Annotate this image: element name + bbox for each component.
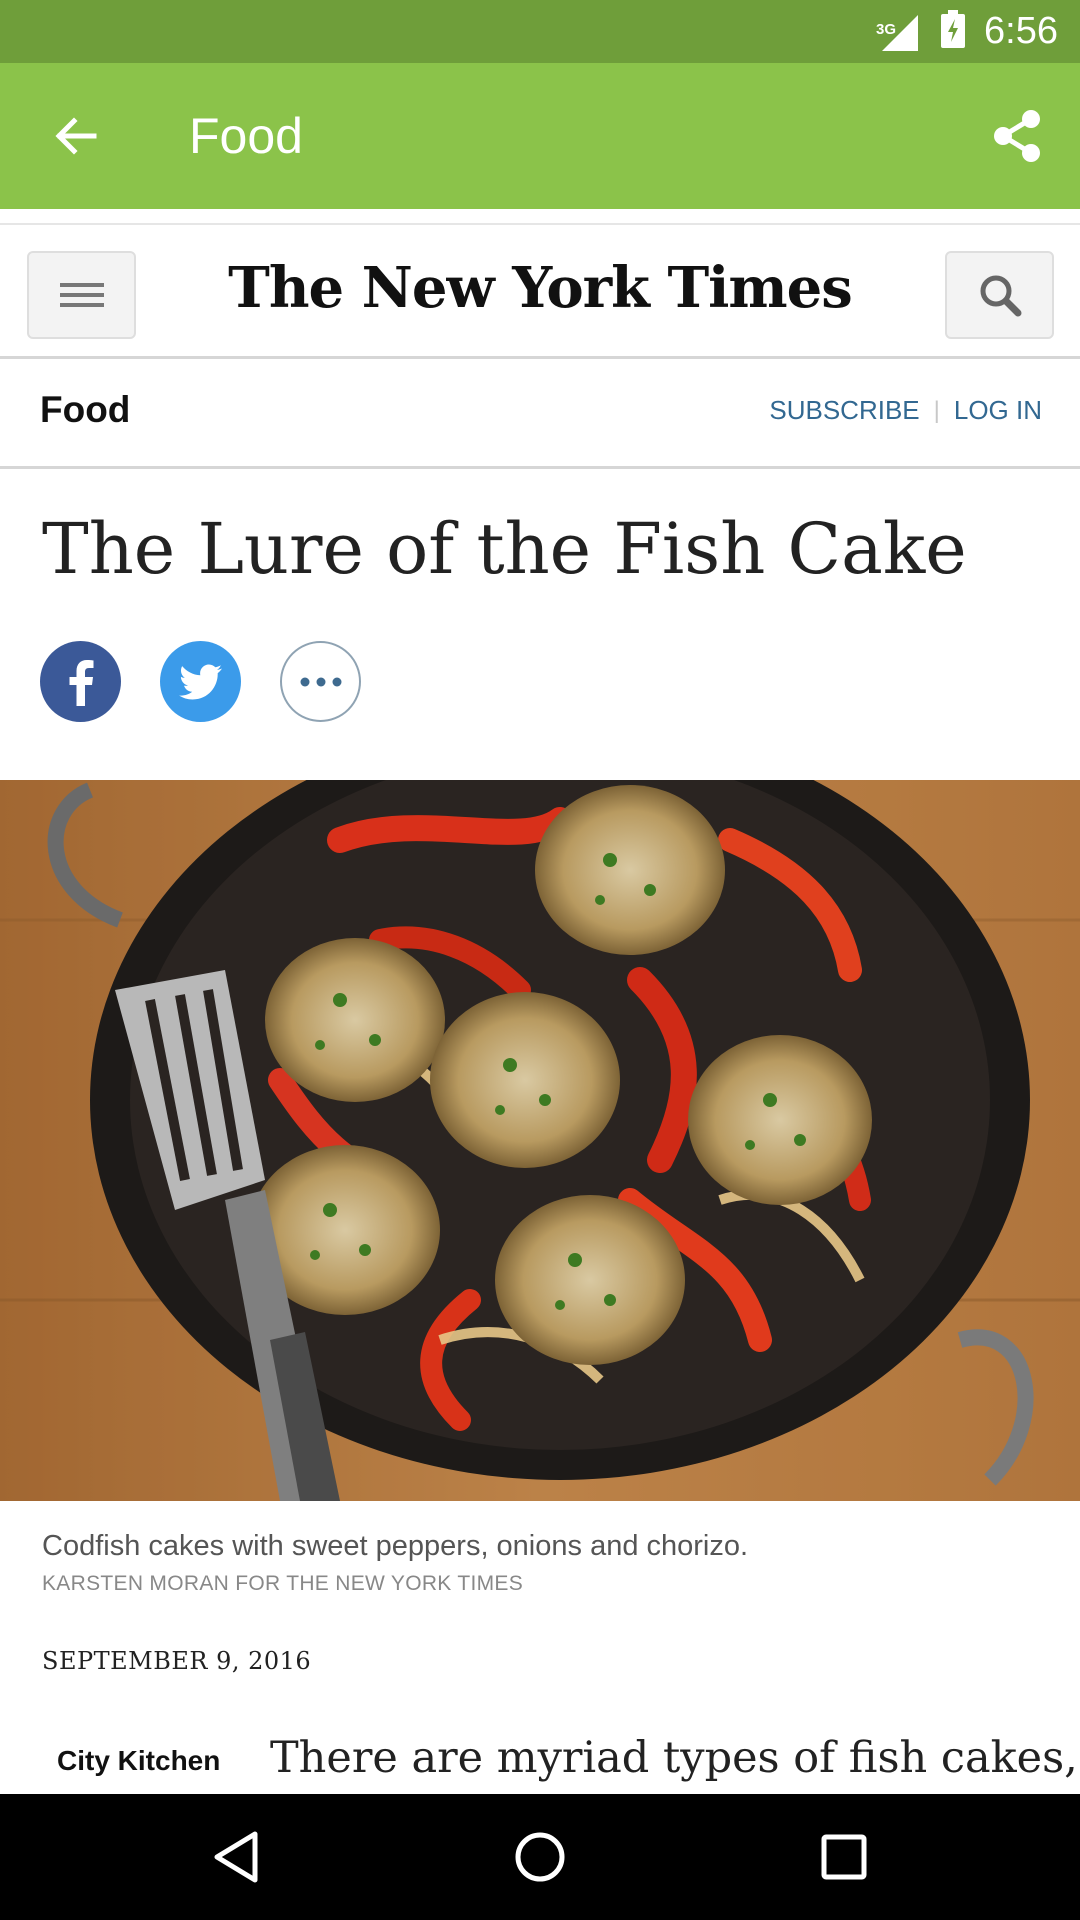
subscribe-link[interactable]: SUBSCRIBE (769, 395, 919, 426)
facebook-share-button[interactable] (40, 641, 121, 722)
fish-cakes-in-pan-photo (0, 780, 1080, 1501)
app-bar: Food (0, 63, 1080, 209)
section-bar: Food SUBSCRIBE | LOG IN (0, 359, 1080, 469)
battery-icon (940, 10, 966, 53)
auth-separator: | (933, 396, 940, 424)
section-name[interactable]: Food (40, 389, 130, 431)
article-body-first-line: There are myriad types of fish cakes, (270, 1733, 1078, 1783)
nav-recents-icon (821, 1834, 867, 1880)
twitter-icon (178, 664, 222, 699)
twitter-share-button[interactable] (160, 641, 241, 722)
nyt-logo[interactable]: The New York Times (0, 255, 1080, 321)
login-link[interactable]: LOG IN (954, 395, 1042, 426)
system-nav-bar (0, 1794, 1080, 1920)
back-arrow-icon (55, 117, 97, 155)
facebook-icon (69, 659, 93, 706)
more-icon (300, 677, 341, 686)
site-header: The New York Times (0, 223, 1080, 359)
nav-back-button[interactable] (191, 1814, 281, 1900)
social-share-row (40, 641, 361, 722)
search-button[interactable] (945, 251, 1054, 339)
auth-links: SUBSCRIBE | LOG IN (769, 395, 1042, 426)
nav-home-button[interactable] (495, 1814, 585, 1900)
share-icon (994, 110, 1040, 162)
article-headline: The Lure of the Fish Cake (42, 508, 967, 590)
clock: 6:56 (984, 10, 1058, 52)
signal-icon: 3G (876, 11, 922, 53)
more-share-button[interactable] (280, 641, 361, 722)
column-kicker[interactable]: City Kitchen (57, 1745, 220, 1777)
status-bar: 3G 6:56 (0, 0, 1080, 63)
nav-home-icon (515, 1832, 565, 1882)
photo-credit: KARSTEN MORAN FOR THE NEW YORK TIMES (42, 1572, 524, 1595)
nav-back-icon (214, 1831, 258, 1883)
photo-caption: Codfish cakes with sweet peppers, onions… (42, 1530, 749, 1562)
search-icon (980, 275, 1021, 317)
network-type: 3G (876, 20, 897, 38)
article-date: SEPTEMBER 9, 2016 (42, 1647, 312, 1675)
nav-recents-button[interactable] (799, 1814, 889, 1900)
article-photo[interactable] (0, 780, 1080, 1501)
back-button[interactable] (40, 101, 110, 171)
share-button[interactable] (982, 101, 1052, 171)
status-icons: 3G 6:56 (876, 0, 1058, 63)
app-title: Food (189, 108, 303, 164)
